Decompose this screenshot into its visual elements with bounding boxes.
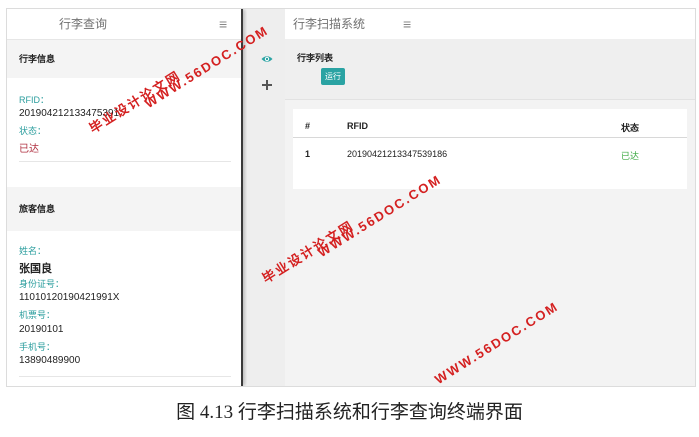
list-header: 行李列表 运行 <box>285 39 695 100</box>
row-index: 1 <box>305 149 311 159</box>
luggage-scan-panel: 行李扫描系统 ≡ 行李列表 运行 # RFID 状态 1 20190421213… <box>285 9 695 386</box>
hamburger-icon[interactable]: ≡ <box>219 9 227 39</box>
hamburger-icon[interactable]: ≡ <box>403 9 411 39</box>
column-header-status: 状态 <box>621 123 640 133</box>
scan-title: 行李扫描系统 <box>293 17 366 31</box>
status-label: 状态： <box>19 126 47 136</box>
luggage-table: # RFID 状态 1 20190421213347539186 已达 <box>293 109 687 189</box>
id-number-value: 11010120190421991X <box>19 292 120 303</box>
list-title: 行李列表 <box>297 53 334 63</box>
row-status: 已达 <box>621 151 640 161</box>
name-value: 张国良 <box>19 263 52 275</box>
name-label: 姓名： <box>19 246 47 256</box>
rfid-label: RFID： <box>19 95 49 105</box>
status-value: 已达 <box>19 144 39 155</box>
plus-icon[interactable] <box>261 79 273 91</box>
column-header-rfid: RFID <box>347 121 368 131</box>
query-title: 行李查询 <box>59 17 108 31</box>
table-header-divider <box>293 137 687 138</box>
row-rfid: 20190421213347539186 <box>347 149 448 159</box>
icon-sidebar <box>247 9 285 386</box>
figure-caption: 图 4.13 行李扫描系统和行李查询终端界面 <box>176 402 523 423</box>
id-number-label: 身份证号： <box>19 279 65 289</box>
scan-topbar: 行李扫描系统 ≡ <box>285 9 695 40</box>
divider <box>19 376 231 377</box>
ticket-label: 机票号： <box>19 310 56 320</box>
column-header-index: # <box>305 121 311 131</box>
query-topbar: 行李查询 ≡ <box>7 9 241 40</box>
divider <box>19 161 231 162</box>
phone-value: 13890489900 <box>19 355 81 366</box>
eye-icon[interactable] <box>261 53 273 65</box>
app-window: 行李查询 ≡ 行李信息 RFID： 201904212133475391 状态：… <box>6 8 696 387</box>
phone-label: 手机号： <box>19 342 56 352</box>
run-button[interactable]: 运行 <box>321 68 345 85</box>
ticket-value: 20190101 <box>19 324 64 335</box>
passenger-info-header: 旅客信息 <box>7 187 241 231</box>
